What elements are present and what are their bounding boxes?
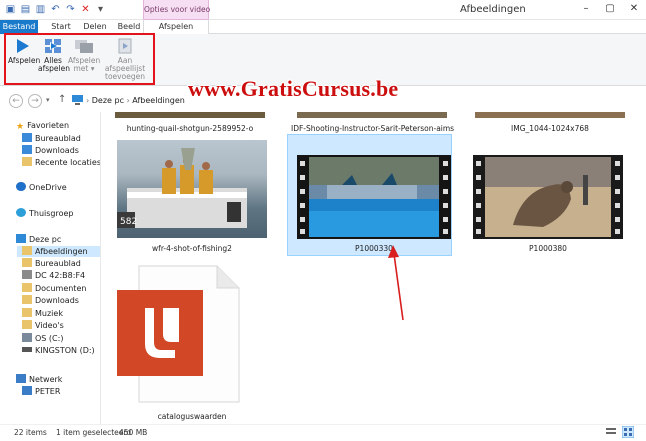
up-arrow-icon[interactable]: ↑ (58, 94, 66, 105)
document-thumbnail[interactable] (117, 264, 241, 404)
videos-folder-icon (22, 320, 32, 329)
qat-dropdown-icon[interactable]: ▾ (94, 3, 107, 16)
tab-view[interactable]: Beeld (112, 20, 146, 34)
file-label[interactable]: hunting-quail-shotgun-2589952-o (115, 124, 265, 133)
sidebar-item-kingston[interactable]: KINGSTON (D:) (22, 345, 95, 356)
large-icons-view-icon[interactable] (621, 425, 635, 440)
sidebar-item-documents[interactable]: Documenten (22, 283, 86, 294)
title-bar: ▣ ▤ ▥ ↶ ↷ ✕ ▾ Opties voor video Afbeeldi… (0, 0, 646, 20)
sidebar-item-this-pc[interactable]: Deze pc (16, 234, 61, 245)
sidebar-item-music[interactable]: Muziek (22, 308, 63, 319)
sidebar-item-downloads-2[interactable]: Downloads (22, 295, 79, 306)
file-view: hunting-quail-shotgun-2589952-o IDF-Shoo… (101, 112, 646, 424)
new-folder-icon[interactable]: ▥ (34, 3, 47, 16)
sidebar-item-desktop[interactable]: Bureaublad (22, 133, 81, 144)
maximize-button[interactable]: ▢ (598, 0, 622, 18)
navigation-pane: ★ Favorieten Bureaublad Downloads Recente… (0, 112, 101, 424)
sidebar-item-desktop-2[interactable]: Bureaublad (22, 258, 81, 269)
window-controls: – ▢ ✕ (574, 0, 646, 18)
minimize-button[interactable]: – (574, 0, 598, 18)
recent-folder-icon (22, 157, 32, 166)
documents-folder-icon (22, 283, 32, 292)
details-view-icon[interactable] (606, 427, 616, 439)
downloads-folder-icon (22, 295, 32, 304)
file-label[interactable]: IDF-Shooting-Instructor-Sarit-Peterson-a… (291, 124, 454, 133)
red-arrow-annotation (388, 245, 404, 321)
context-tab-group-label: Opties voor video (143, 0, 210, 20)
file-label[interactable]: cataloguswaarden (117, 412, 267, 421)
breadcrumb-pictures[interactable]: Afbeeldingen (132, 96, 185, 105)
usb-drive-icon (22, 347, 32, 352)
pictures-folder-icon (22, 246, 32, 255)
sidebar-item-downloads[interactable]: Downloads (22, 145, 79, 156)
homegroup-icon (16, 208, 26, 217)
status-bar: 22 items 1 item geselecteerd 450 MB (0, 424, 646, 441)
redo-icon[interactable]: ↷ (64, 3, 77, 16)
sidebar-item-onedrive[interactable]: OneDrive (16, 182, 67, 193)
thumbnail-partial (115, 112, 265, 118)
video-thumbnail-p1000380[interactable] (473, 155, 623, 239)
breadcrumb[interactable]: › Deze pc › Afbeeldingen (86, 94, 185, 108)
music-folder-icon (22, 308, 32, 317)
ribbon-tabs: Bestand Start Delen Beeld Afspelen (0, 19, 646, 34)
download-icon (22, 145, 32, 154)
video-thumbnail-p1000330[interactable] (297, 155, 451, 239)
device-icon (22, 270, 32, 279)
sidebar-item-homegroup[interactable]: Thuisgroep (16, 208, 74, 219)
file-label[interactable]: IMG_1044-1024x768 (475, 124, 625, 133)
cloud-icon (16, 182, 26, 191)
sidebar-item-recent[interactable]: Recente locaties (22, 157, 101, 168)
tab-file[interactable]: Bestand (0, 20, 38, 34)
thumbnail-partial (297, 112, 447, 118)
back-button[interactable]: ← (9, 94, 23, 108)
breadcrumb-this-pc[interactable]: Deze pc (92, 96, 124, 105)
folder-icon[interactable]: ▣ (4, 3, 17, 16)
pc-icon (72, 95, 83, 108)
item-count: 22 items (14, 428, 47, 437)
sidebar-item-device[interactable]: DC 42:B8:F4 (22, 270, 85, 281)
file-label[interactable]: wfr-4-shot-of-fishing2 (117, 244, 267, 253)
fishing-boat-thumbnail[interactable]: 582 (117, 140, 267, 238)
sidebar-item-pictures[interactable]: Afbeeldingen (17, 246, 100, 257)
sidebar-item-peter[interactable]: PETER (22, 386, 60, 397)
thumbnail-partial (475, 112, 625, 118)
sidebar-item-os-drive[interactable]: OS (C:) (22, 333, 63, 344)
tab-share[interactable]: Delen (78, 20, 112, 34)
sidebar-item-videos[interactable]: Video's (22, 320, 64, 331)
drive-icon (22, 333, 32, 342)
properties-icon[interactable]: ▤ (19, 3, 32, 16)
forward-button[interactable]: → (28, 94, 42, 108)
sidebar-item-favorites[interactable]: ★ Favorieten (16, 120, 69, 132)
selection-size: 450 MB (119, 428, 148, 437)
file-label[interactable]: P1000330 (297, 244, 451, 253)
desktop-folder-icon (22, 258, 32, 267)
desktop-icon (22, 133, 32, 142)
sidebar-item-network[interactable]: Netwerk (16, 374, 62, 385)
recent-dropdown-icon[interactable]: ▾ (46, 96, 50, 104)
undo-icon[interactable]: ↶ (49, 3, 62, 16)
network-icon (16, 374, 26, 383)
star-icon: ★ (16, 122, 25, 132)
address-bar-row: ← → ▾ ↑ › Deze pc › Afbeeldingen (0, 92, 646, 110)
delete-icon[interactable]: ✕ (79, 3, 92, 16)
file-label[interactable]: P1000380 (473, 244, 623, 253)
svg-text:582: 582 (120, 217, 137, 227)
highlight-box (4, 33, 155, 85)
tab-play[interactable]: Afspelen (143, 19, 209, 34)
quick-access-toolbar: ▣ ▤ ▥ ↶ ↷ ✕ ▾ (4, 3, 107, 16)
tab-home[interactable]: Start (44, 20, 78, 34)
computer-icon (22, 386, 32, 395)
close-button[interactable]: ✕ (622, 0, 646, 18)
pc-icon (16, 234, 26, 243)
window-title: Afbeeldingen (460, 4, 526, 15)
